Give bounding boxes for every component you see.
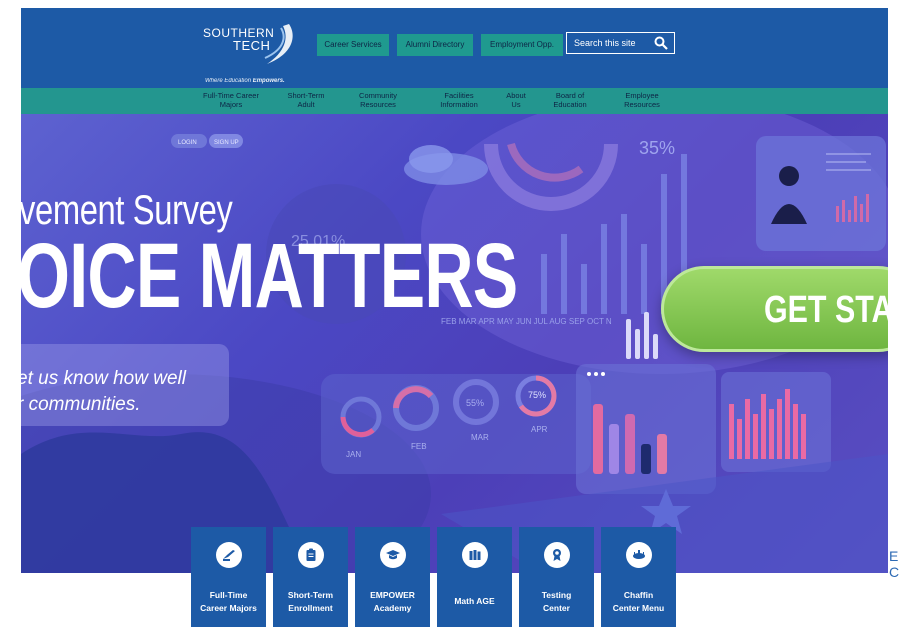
logo-swoosh-icon	[264, 24, 293, 64]
tile-chaffin-center-menu[interactable]: Chaffin Center Menu	[601, 527, 676, 627]
search-icon[interactable]	[654, 36, 668, 50]
books-icon	[469, 550, 481, 560]
tile-testing-center[interactable]: Testing Center	[519, 527, 594, 627]
search-label: Search this site	[574, 38, 636, 48]
get-started-button[interactable]: GET STAR	[661, 266, 888, 352]
nav-about-us[interactable]: About Us	[501, 91, 531, 109]
decor-pct-35: 35%	[639, 138, 675, 158]
tile-full-time-career-majors[interactable]: Full-Time Career Majors	[191, 527, 266, 627]
southern-tech-logo[interactable]: SOUTHERN TECH Where Education Empowers.	[199, 20, 299, 84]
nav-short-term-adult[interactable]: Short-Term Adult	[279, 91, 333, 109]
tile-short-term-enrollment[interactable]: Short-Term Enrollment	[273, 527, 348, 627]
page: SOUTHERN TECH Where Education Empowers. …	[0, 0, 900, 627]
tile-icon-circle	[626, 542, 652, 568]
site-header: SOUTHERN TECH Where Education Empowers. …	[21, 8, 888, 88]
tile-icon-circle	[544, 542, 570, 568]
tile-label: Math AGE	[454, 596, 495, 606]
tile-label: Full-Time Career Majors	[200, 590, 257, 613]
decor-mar: MAR	[471, 433, 489, 442]
tile-label: Short-Term Enrollment	[287, 590, 334, 613]
graduation-cap-icon	[386, 550, 400, 560]
main-nav: Full-Time Career Majors Short-Term Adult…	[21, 88, 888, 114]
tile-label: EMPOWER Academy	[370, 590, 415, 613]
decor-feb: FEB	[411, 442, 427, 451]
employment-opp-button[interactable]: Employment Opp.	[481, 34, 563, 56]
tile-icon-circle	[216, 542, 242, 568]
get-started-label: GET STAR	[764, 289, 888, 331]
tile-label: Chaffin Center Menu	[612, 590, 665, 613]
alumni-directory-button[interactable]: Alumni Directory	[397, 34, 473, 56]
nav-board-of-education[interactable]: Board of Education	[545, 91, 595, 109]
tile-math-age[interactable]: Math AGE	[437, 527, 512, 627]
tile-label: Testing Center	[541, 590, 572, 613]
decor-login: LOGIN	[178, 140, 197, 146]
tile-icon-circle	[298, 542, 324, 568]
tile-icon-circle	[380, 542, 406, 568]
nav-facilities-information[interactable]: Facilities Information	[431, 91, 487, 109]
nav-community-resources[interactable]: Community Resources	[351, 91, 405, 109]
nav-full-time-career-majors[interactable]: Full-Time Career Majors	[199, 91, 263, 109]
decor-apr: APR	[531, 425, 548, 434]
hero-title: OICE MATTERS	[21, 225, 518, 327]
tile-empower-academy[interactable]: EMPOWER Academy	[355, 527, 430, 627]
award-ribbon-icon	[553, 549, 561, 561]
clipboard-icon	[306, 548, 316, 561]
hero-body-text: et us know how well r communities.	[21, 368, 186, 415]
nav-employee-resources[interactable]: Employee Resources	[615, 91, 669, 109]
career-services-button[interactable]: Career Services	[317, 34, 389, 56]
hand-pen-icon	[223, 550, 235, 561]
search-input[interactable]: Search this site	[566, 32, 675, 54]
tagline-prefix: Where Education	[205, 78, 253, 84]
decor-signup: SIGN UP	[214, 140, 239, 146]
logo-tagline: Where Education Empowers.	[205, 78, 285, 84]
decor-jan: JAN	[346, 450, 361, 459]
side-text-fragment: E C	[889, 548, 900, 580]
decor-pct-55: 55%	[466, 398, 484, 408]
decor-pct-75: 75%	[528, 390, 546, 400]
tile-icon-circle	[462, 542, 488, 568]
hero-banner[interactable]: LOGIN SIGN UP 35% 25.01% FEB MAR APR MAY…	[21, 114, 888, 573]
tagline-strong: Empowers.	[252, 78, 285, 84]
dining-icon	[633, 550, 645, 559]
